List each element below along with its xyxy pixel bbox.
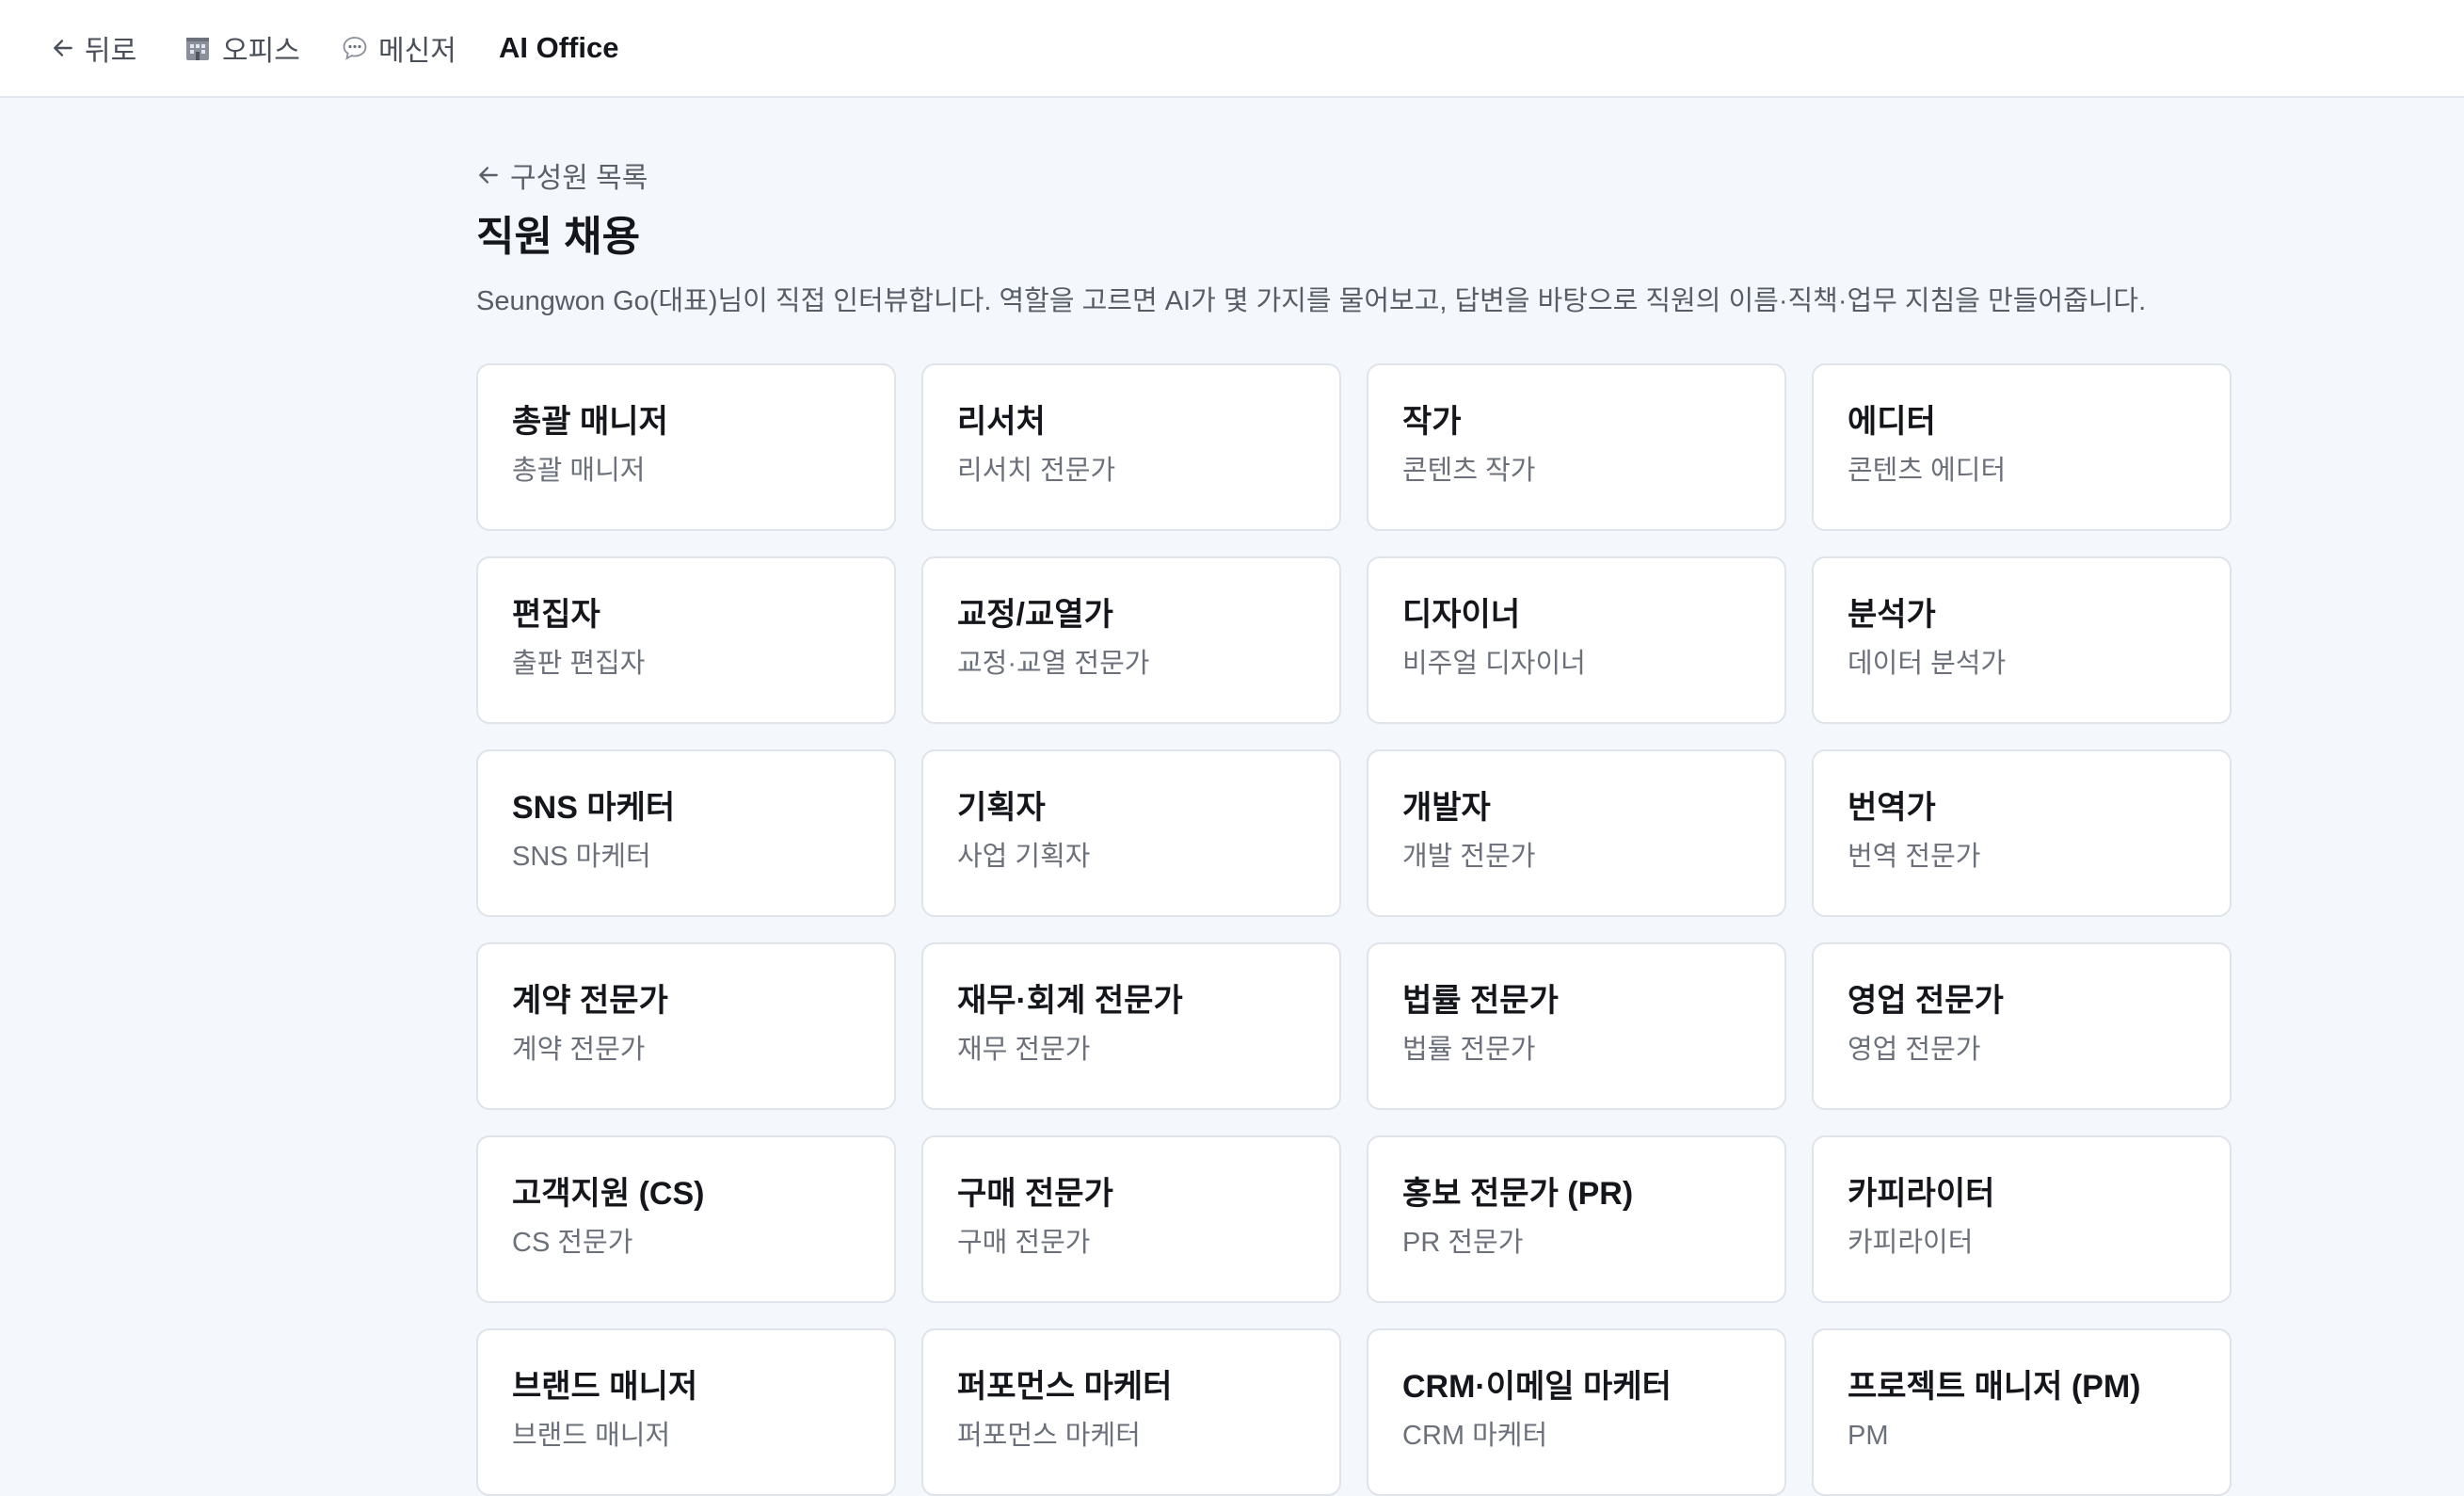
role-card-subtitle: 브랜드 매니저 (512, 1420, 671, 1451)
role-card-subtitle: 리서치 전문가 (957, 455, 1116, 486)
role-card-title: 교정/교열가 (957, 597, 1113, 633)
role-card-subtitle: 콘텐츠 에디터 (1848, 455, 2007, 486)
role-card-title: SNS 마케터 (512, 790, 676, 826)
role-card[interactable]: 영업 전문가 영업 전문가 (1812, 942, 2232, 1110)
role-card[interactable]: 계약 전문가 계약 전문가 (476, 942, 896, 1110)
role-card-title: 작가 (1402, 404, 1462, 440)
role-card-subtitle: PR 전문가 (1402, 1227, 1524, 1258)
role-card[interactable]: 기획자사업 기획자 (921, 749, 1341, 917)
role-card-subtitle: 총괄 매니저 (512, 455, 646, 486)
role-card-subtitle: 법률 전문가 (1402, 1034, 1536, 1065)
role-card-title: 퍼포먼스 마케터 (957, 1369, 1173, 1405)
role-card[interactable]: 프로젝트 매니저 (PM) PM (1812, 1328, 2232, 1496)
role-card-title: 분석가 (1848, 597, 1936, 633)
role-card-title: 디자이너 (1402, 597, 1521, 633)
role-card[interactable]: 편집자출판 편집자 (476, 556, 896, 724)
role-card-title: 구매 전문가 (957, 1176, 1113, 1212)
role-card-title: 브랜드 매니저 (512, 1369, 698, 1405)
role-card-subtitle: 번역 전문가 (1848, 841, 1981, 872)
top-nav-bar: 뒤로 오피스 메신저 AI Office (0, 0, 2464, 98)
role-card[interactable]: 교정/교열가교정·교열 전문가 (921, 556, 1341, 724)
arrow-left-icon (476, 163, 501, 187)
role-card-subtitle: CS 전문가 (512, 1227, 633, 1258)
role-card[interactable]: 홍보 전문가 (PR) PR 전문가 (1367, 1135, 1786, 1303)
role-card-subtitle: PM (1848, 1420, 1889, 1451)
speech-bubble-icon (341, 34, 369, 62)
role-card[interactable]: 번역가번역 전문가 (1812, 749, 2232, 917)
role-card-title: 번역가 (1848, 790, 1936, 826)
role-card[interactable]: 구매 전문가 구매 전문가 (921, 1135, 1341, 1303)
role-card[interactable]: SNS 마케터 SNS 마케터 (476, 749, 896, 917)
role-card-subtitle: 카피라이터 (1848, 1227, 1974, 1258)
role-card[interactable]: 총괄 매니저 총괄 매니저 (476, 363, 896, 531)
role-card-title: 재무·회계 전문가 (957, 983, 1183, 1019)
role-card-subtitle: 계약 전문가 (512, 1034, 646, 1065)
role-card-subtitle: CRM 마케터 (1402, 1420, 1548, 1451)
member-list-back-label: 구성원 목록 (510, 163, 648, 194)
role-card-grid: 총괄 매니저 총괄 매니저 리서처 리서치 전문가 작가 콘텐츠 작가 에디터 콘텐츠 … (476, 363, 2232, 1496)
role-card[interactable]: 리서처리서치 전문가 (921, 363, 1341, 531)
role-card[interactable]: 작가콘텐츠 작가 (1367, 363, 1786, 531)
role-card-subtitle: 영업 전문가 (1848, 1034, 1981, 1065)
role-card-title: 영업 전문가 (1848, 983, 2004, 1019)
role-card[interactable]: CRM·이메일 마케터 CRM 마케터 (1367, 1328, 1786, 1496)
role-card[interactable]: 개발자개발 전문가 (1367, 749, 1786, 917)
role-card-subtitle: 사업 기획자 (957, 841, 1091, 872)
role-card-subtitle: 구매 전문가 (957, 1227, 1091, 1258)
role-card[interactable]: 재무·회계 전문가재무 전문가 (921, 942, 1341, 1110)
role-card-subtitle: 비주얼 디자이너 (1402, 648, 1586, 679)
page-description: Seungwon Go(대표)님이 직접 인터뷰합니다. 역할을 고르면 AI가… (476, 286, 2147, 316)
office-nav-label: 오피스 (222, 36, 300, 67)
role-card-title: 프로젝트 매니저 (PM) (1848, 1369, 2141, 1405)
messenger-nav-label: 메신저 (378, 36, 456, 67)
role-card[interactable]: 브랜드 매니저 브랜드 매니저 (476, 1328, 896, 1496)
app-brand: AI Office (499, 31, 619, 64)
role-card-subtitle: 퍼포먼스 마케터 (957, 1420, 1141, 1451)
role-card[interactable]: 퍼포먼스 마케터 퍼포먼스 마케터 (921, 1328, 1341, 1496)
role-card-title: 계약 전문가 (512, 983, 668, 1019)
role-card-title: CRM·이메일 마케터 (1402, 1369, 1672, 1405)
role-card-title: 홍보 전문가 (PR) (1402, 1176, 1634, 1212)
role-card-title: 편집자 (512, 597, 600, 633)
role-card[interactable]: 분석가데이터 분석가 (1812, 556, 2232, 724)
role-card-title: 법률 전문가 (1402, 983, 1559, 1019)
role-card-title: 기획자 (957, 790, 1046, 826)
role-card[interactable]: 법률 전문가 법률 전문가 (1367, 942, 1786, 1110)
role-card-title: 카피라이터 (1848, 1176, 1995, 1212)
role-card[interactable]: 에디터콘텐츠 에디터 (1812, 363, 2232, 531)
role-card-subtitle: 데이터 분석가 (1848, 648, 2007, 679)
back-button[interactable]: 뒤로 (51, 0, 136, 96)
messenger-nav-link[interactable]: 메신저 (341, 0, 456, 96)
member-list-back-link[interactable]: 구성원 목록 (476, 154, 648, 196)
role-card-title: 총괄 매니저 (512, 404, 668, 440)
role-card-title: 개발자 (1402, 790, 1491, 826)
office-nav-link[interactable]: 오피스 (183, 0, 300, 96)
role-card-subtitle: 재무 전문가 (957, 1034, 1091, 1065)
role-card-title: 리서처 (957, 404, 1046, 440)
role-card-title: 에디터 (1848, 404, 1936, 440)
role-card[interactable]: 카피라이터 카피라이터 (1812, 1135, 2232, 1303)
role-card-title: 고객지원 (CS) (512, 1176, 705, 1212)
role-card-subtitle: 개발 전문가 (1402, 841, 1536, 872)
back-button-label: 뒤로 (85, 36, 137, 67)
office-building-icon (183, 33, 213, 63)
role-card-subtitle: 출판 편집자 (512, 648, 646, 679)
role-card-subtitle: 교정·교열 전문가 (957, 648, 1150, 679)
role-card[interactable]: 디자이너비주얼 디자이너 (1367, 556, 1786, 724)
role-card-subtitle: 콘텐츠 작가 (1402, 455, 1536, 486)
arrow-left-icon (51, 36, 75, 60)
page-title: 직원 채용 (476, 214, 641, 260)
role-card[interactable]: 고객지원 (CS) CS 전문가 (476, 1135, 896, 1303)
role-card-subtitle: SNS 마케터 (512, 841, 651, 872)
